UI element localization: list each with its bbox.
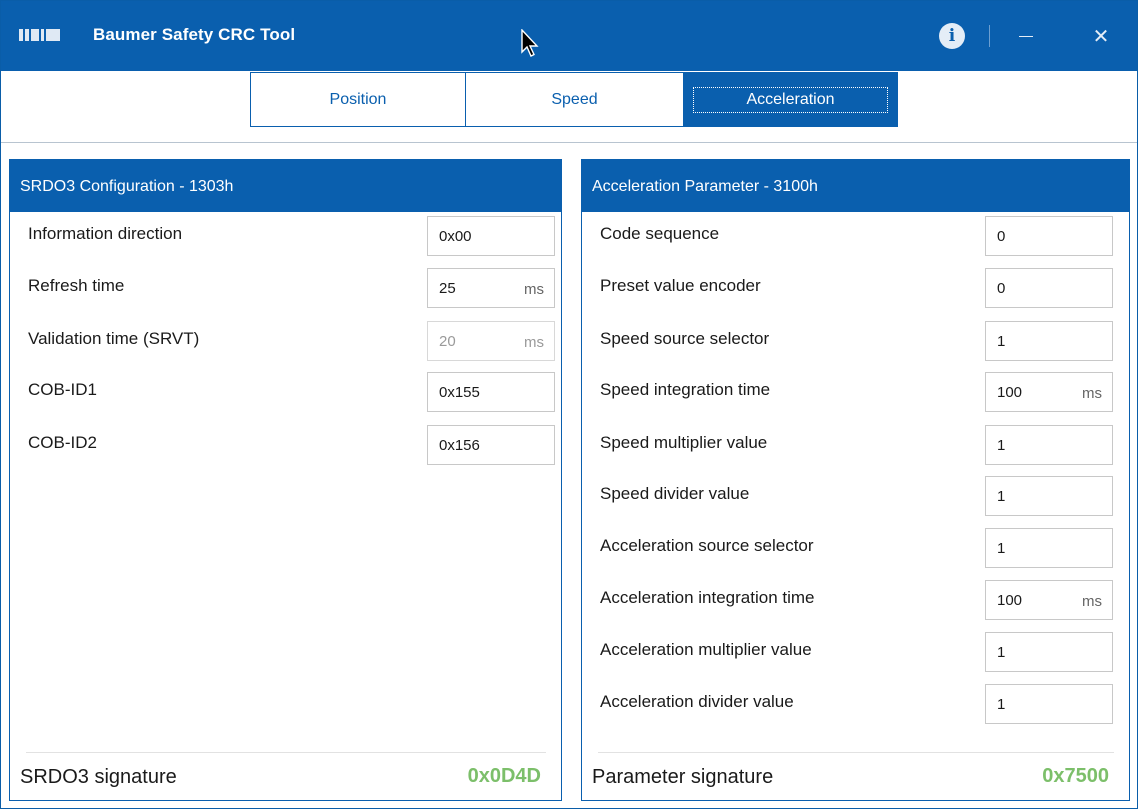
row-speed-multiplier-value: Speed multiplier value 1 — [582, 425, 1129, 465]
field-label: COB-ID1 — [28, 380, 97, 399]
tab-acceleration[interactable]: Acceleration — [683, 73, 897, 126]
close-icon: ✕ — [1092, 24, 1110, 48]
preset-value-encoder-input[interactable]: 0 — [985, 268, 1113, 308]
info-button[interactable]: i — [939, 23, 965, 49]
field-label: Information direction — [28, 224, 183, 243]
app-window: Baumer Safety CRC Tool i ✕ Position Spee… — [0, 0, 1138, 809]
row-code-sequence: Code sequence 0 — [582, 216, 1129, 256]
code-sequence-input[interactable]: 0 — [985, 216, 1113, 256]
field-label: Speed integration time — [600, 380, 771, 399]
header-divider — [1, 142, 1137, 143]
field-label: Acceleration integration time — [600, 588, 815, 607]
field-label: Code sequence — [600, 224, 720, 243]
parameter-signature-value: 0x7500 — [1042, 765, 1109, 787]
row-information-direction: Information direction 0x00 — [10, 216, 561, 256]
field-label: Speed source selector — [600, 329, 770, 348]
field-label: Acceleration divider value — [600, 692, 794, 711]
field-label: Refresh time — [28, 276, 125, 295]
speed-source-selector-input[interactable]: 1 — [985, 321, 1113, 361]
row-speed-source-selector: Speed source selector 1 — [582, 321, 1129, 361]
row-acceleration-multiplier-value: Acceleration multiplier value 1 — [582, 632, 1129, 672]
acceleration-parameter-panel: Acceleration Parameter - 3100h Code sequ… — [581, 159, 1130, 801]
tab-speed[interactable]: Speed — [465, 73, 683, 126]
row-cob-id1: COB-ID1 0x155 — [10, 372, 561, 412]
speed-integration-time-input[interactable]: 100 ms — [985, 372, 1113, 412]
close-button[interactable]: ✕ — [1081, 19, 1121, 53]
acceleration-divider-value-input[interactable]: 1 — [985, 684, 1113, 724]
cob-id1-input[interactable]: 0x155 — [427, 372, 555, 412]
row-speed-integration-time: Speed integration time 100 ms — [582, 372, 1129, 412]
signature-divider — [26, 752, 546, 753]
baumer-logo-icon — [19, 29, 63, 41]
field-label: Acceleration multiplier value — [600, 640, 812, 659]
srdo3-signature-value: 0x0D4D — [467, 765, 541, 787]
app-title: Baumer Safety CRC Tool — [93, 25, 296, 44]
minimize-button[interactable] — [1006, 19, 1046, 53]
tab-position[interactable]: Position — [251, 73, 465, 126]
speed-divider-value-input[interactable]: 1 — [985, 476, 1113, 516]
row-acceleration-divider-value: Acceleration divider value 1 — [582, 684, 1129, 724]
refresh-time-input[interactable]: 25 ms — [427, 268, 555, 308]
row-acceleration-source-selector: Acceleration source selector 1 — [582, 528, 1129, 568]
title-bar[interactable]: Baumer Safety CRC Tool i ✕ — [1, 1, 1137, 71]
srdo3-configuration-panel: SRDO3 Configuration - 1303h Information … — [9, 159, 562, 801]
field-label: Speed multiplier value — [600, 433, 768, 452]
acceleration-multiplier-value-input[interactable]: 1 — [985, 632, 1113, 672]
validation-time-input: 20 ms — [427, 321, 555, 361]
row-validation-time: Validation time (SRVT) 20 ms — [10, 321, 561, 361]
row-cob-id2: COB-ID2 0x156 — [10, 425, 561, 465]
field-label: Validation time (SRVT) — [28, 329, 200, 348]
mouse-cursor-icon — [521, 29, 539, 57]
row-preset-value-encoder: Preset value encoder 0 — [582, 268, 1129, 308]
row-acceleration-integration-time: Acceleration integration time 100 ms — [582, 580, 1129, 620]
info-icon: i — [948, 26, 956, 46]
speed-multiplier-value-input[interactable]: 1 — [985, 425, 1113, 465]
panel-title: Acceleration Parameter - 3100h — [582, 160, 1129, 212]
minimize-icon — [1019, 35, 1033, 37]
srdo3-signature-label: SRDO3 signature — [20, 766, 177, 788]
field-label: Speed divider value — [600, 484, 750, 503]
acceleration-source-selector-input[interactable]: 1 — [985, 528, 1113, 568]
cob-id2-input[interactable]: 0x156 — [427, 425, 555, 465]
panel-title: SRDO3 Configuration - 1303h — [10, 160, 561, 212]
information-direction-input[interactable]: 0x00 — [427, 216, 555, 256]
parameter-signature-label: Parameter signature — [592, 766, 774, 788]
view-tabs: Position Speed Acceleration — [250, 72, 898, 127]
acceleration-integration-time-input[interactable]: 100 ms — [985, 580, 1113, 620]
signature-divider — [598, 752, 1114, 753]
row-speed-divider-value: Speed divider value 1 — [582, 476, 1129, 516]
titlebar-separator — [989, 25, 990, 47]
field-label: Acceleration source selector — [600, 536, 814, 555]
row-refresh-time: Refresh time 25 ms — [10, 268, 561, 308]
field-label: Preset value encoder — [600, 276, 761, 295]
field-label: COB-ID2 — [28, 433, 97, 452]
